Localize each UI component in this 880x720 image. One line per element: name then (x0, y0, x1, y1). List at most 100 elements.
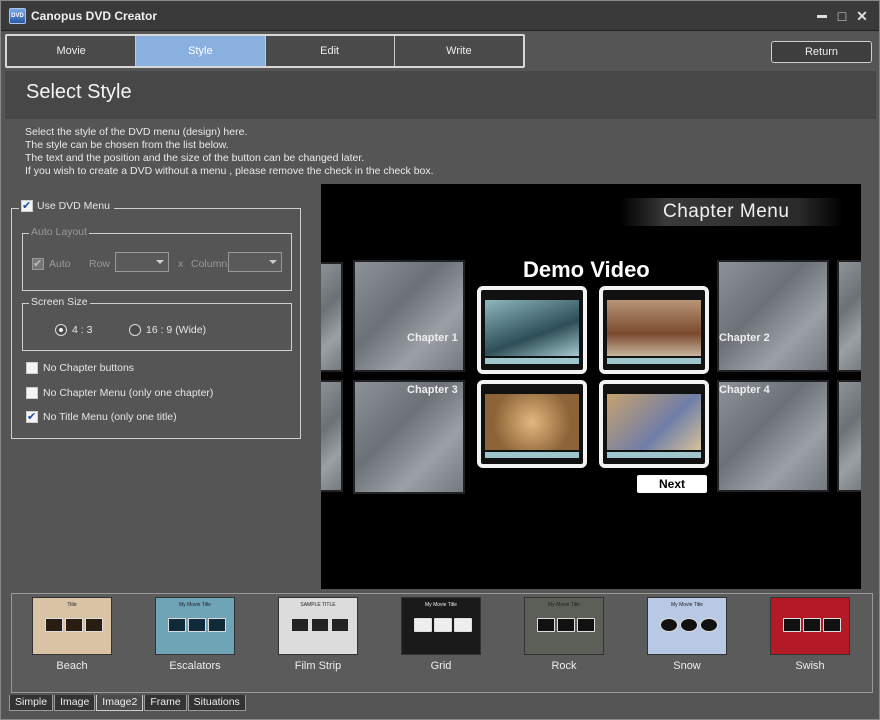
thumbnail-bar (485, 452, 579, 458)
stone-tile (321, 262, 343, 372)
column-label: Column (191, 258, 228, 270)
preview-video-title: Demo Video (523, 257, 650, 282)
header-band: Select Style (5, 71, 876, 119)
ratio-16-9-radio[interactable] (129, 324, 141, 336)
close-button[interactable]: ✕ (855, 9, 869, 23)
chapter-thumbnail (599, 380, 709, 468)
tab-movie[interactable]: Movie (7, 36, 137, 66)
category-tab-image[interactable]: Image (54, 695, 96, 711)
auto-layout-legend: Auto Layout (29, 226, 90, 238)
no-title-menu-checkbox[interactable] (26, 410, 38, 423)
style-item-snow[interactable]: My Movie Title Snow (647, 597, 727, 672)
app-window: DVD Canopus DVD Creator ▬ □ ✕ Movie Styl… (0, 0, 880, 720)
style-label: Rock (551, 660, 577, 672)
dvd-menu-group: Auto Layout Auto Row x Column Screen Siz… (11, 208, 301, 439)
style-thumbnail-button (85, 618, 103, 632)
no-title-menu-option[interactable]: No Title Menu (only one title) (26, 410, 177, 423)
auto-layout-group: Auto Layout Auto Row x Column (22, 226, 292, 291)
tab-write[interactable]: Write (395, 36, 523, 66)
tab-style[interactable]: Style (136, 36, 266, 66)
stone-tile (717, 380, 829, 492)
style-item-film-strip[interactable]: SAMPLE TITLE Film Strip (278, 597, 358, 672)
style-thumbnail-button (454, 618, 472, 632)
style-thumbnail-caption: My Movie Title (179, 602, 211, 608)
use-dvd-menu-label: Use DVD Menu (37, 200, 110, 212)
style-item-rock[interactable]: My Movie Title Rock (524, 597, 604, 672)
style-thumbnail: My Movie Title (647, 597, 727, 655)
description-line: If you wish to create a DVD without a me… (25, 165, 434, 177)
tab-edit[interactable]: Edit (266, 36, 395, 66)
no-title-menu-label: No Title Menu (only one title) (43, 411, 177, 423)
style-thumbnail: Title (32, 597, 112, 655)
return-button[interactable]: Return (771, 41, 872, 63)
chapter-label: Chapter 1 (407, 332, 458, 344)
description-line: Select the style of the DVD menu (design… (25, 126, 248, 138)
minimize-button[interactable]: ▬ (815, 9, 829, 23)
title-bar: DVD Canopus DVD Creator ▬ □ ✕ (1, 1, 879, 31)
auto-checkbox[interactable] (32, 257, 44, 270)
style-thumbnail-caption: My Movie Title (548, 602, 580, 608)
style-thumbnail-caption: Title (67, 602, 77, 608)
style-item-beach[interactable]: Title Beach (32, 597, 112, 672)
page-title: Select Style (26, 81, 132, 103)
chapter-thumbnail (599, 286, 709, 374)
menu-preview: Chapter Menu Demo Video Chapter 1 Chapte… (321, 184, 861, 589)
dvd-app-icon: DVD (9, 8, 26, 24)
style-thumbnail-button (823, 618, 841, 632)
stone-tile (837, 380, 861, 492)
row-select[interactable] (115, 252, 169, 272)
screen-size-legend: Screen Size (29, 296, 90, 308)
style-thumbnail: My Movie Title (524, 597, 604, 655)
chevron-down-icon (156, 260, 164, 264)
style-thumbnail-caption: My Movie Title (425, 602, 457, 608)
thumbnail-bar (607, 358, 701, 364)
no-chapter-buttons-option[interactable]: No Chapter buttons (26, 362, 134, 374)
style-thumbnail-button (803, 618, 821, 632)
style-thumbnail: SAMPLE TITLE (278, 597, 358, 655)
no-chapter-menu-option[interactable]: No Chapter Menu (only one chapter) (26, 387, 213, 399)
style-thumbnail-button (168, 618, 186, 632)
style-thumbnail-button (331, 618, 349, 632)
auto-label: Auto (49, 258, 71, 270)
thumbnail-image (607, 394, 701, 450)
no-chapter-buttons-label: No Chapter buttons (43, 362, 135, 374)
category-tab-frame[interactable]: Frame (144, 695, 187, 711)
no-chapter-menu-checkbox[interactable] (26, 387, 38, 399)
style-label: Beach (56, 660, 88, 672)
style-label: Escalators (169, 660, 221, 672)
auto-checkbox-row[interactable]: Auto (32, 257, 71, 270)
use-dvd-menu-option[interactable]: Use DVD Menu (19, 199, 114, 212)
style-thumbnail-button (434, 618, 452, 632)
ratio-4-3-radio[interactable] (55, 324, 67, 336)
style-thumbnail-button (208, 618, 226, 632)
style-item-escalators[interactable]: My Movie Title Escalators (155, 597, 235, 672)
style-thumbnail-button (700, 618, 718, 632)
maximize-button[interactable]: □ (835, 9, 849, 23)
use-dvd-menu-checkbox[interactable] (21, 199, 33, 212)
ratio-16-9-option[interactable]: 16 : 9 (Wide) (129, 324, 206, 336)
style-thumbnail (770, 597, 850, 655)
description-line: The text and the position and the size o… (25, 152, 365, 164)
style-thumbnail-button (311, 618, 329, 632)
no-chapter-buttons-checkbox[interactable] (26, 362, 38, 374)
description-line: The style can be chosen from the list be… (25, 139, 229, 151)
ratio-4-3-option[interactable]: 4 : 3 (55, 324, 92, 336)
category-tab-simple[interactable]: Simple (9, 695, 54, 711)
chevron-down-icon (269, 260, 277, 264)
style-label: Film Strip (294, 660, 342, 672)
style-thumbnail-button (188, 618, 206, 632)
style-item-grid[interactable]: My Movie Title Grid (401, 597, 481, 672)
stone-tile (717, 260, 829, 372)
thumbnail-bar (607, 452, 701, 458)
style-thumbnail-button (557, 618, 575, 632)
stone-tile (353, 260, 465, 372)
preview-next-button: Next (637, 475, 707, 493)
style-item-swish[interactable]: Swish (770, 597, 850, 672)
category-tab-situations[interactable]: Situations (187, 695, 246, 711)
x-label: x (178, 258, 184, 270)
preview-menu-title: Chapter Menu (663, 201, 790, 222)
column-select[interactable] (228, 252, 282, 272)
category-tab-image2[interactable]: Image2 (96, 695, 144, 711)
chapter-thumbnail (477, 286, 587, 374)
thumbnail-image (607, 300, 701, 356)
